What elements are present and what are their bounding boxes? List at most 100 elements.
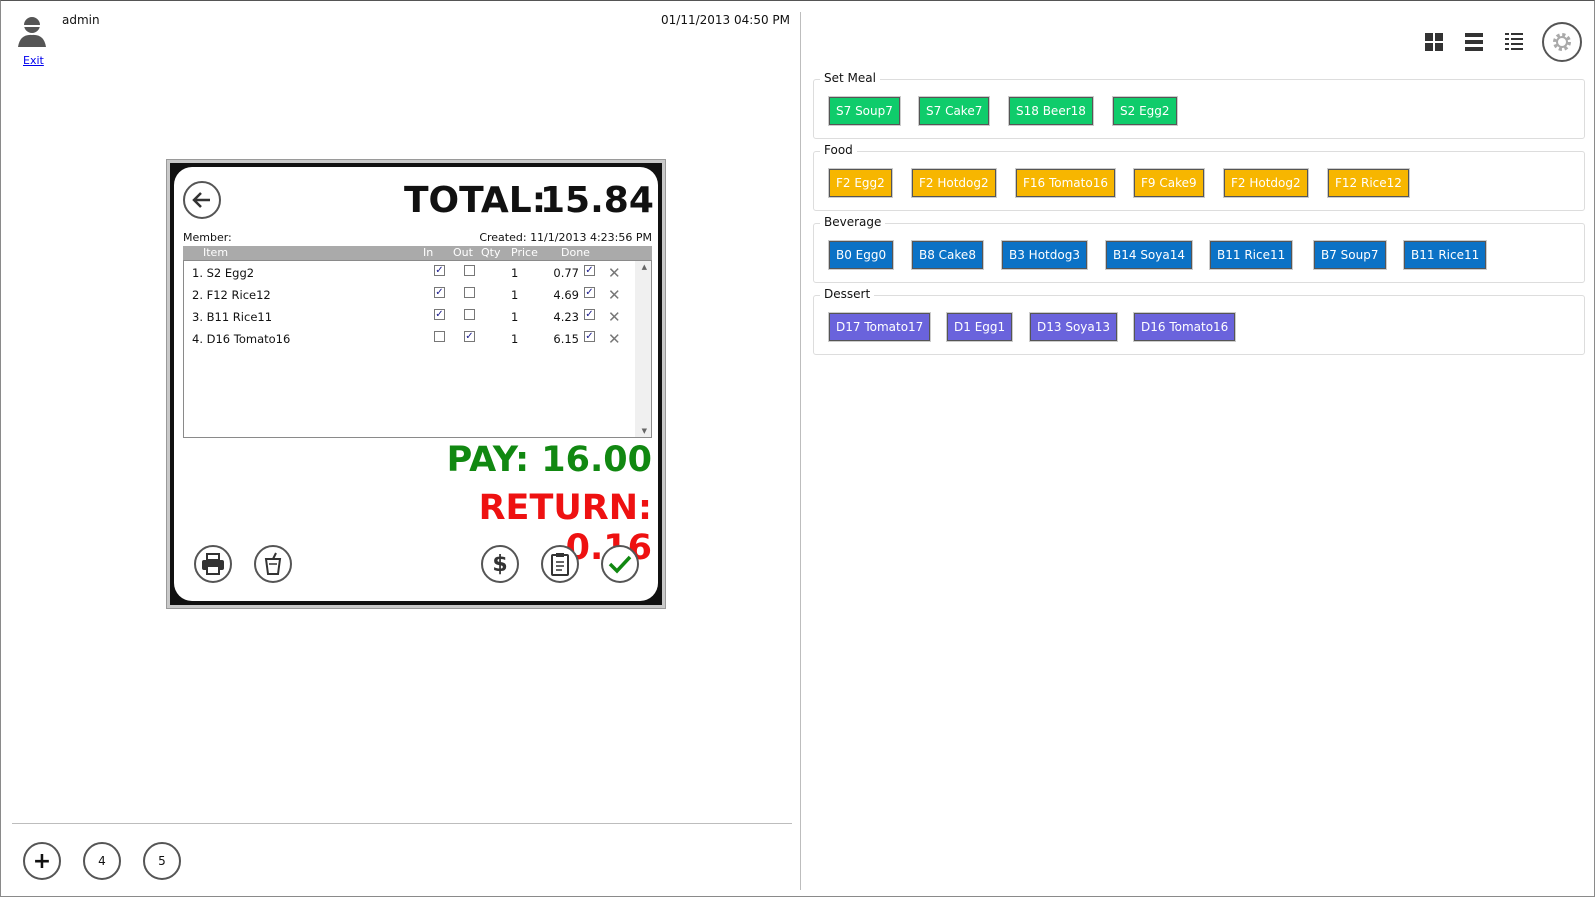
back-button[interactable]: [183, 181, 221, 219]
out-checkbox[interactable]: [464, 265, 475, 276]
order-item-qty: 1: [511, 310, 519, 324]
order-item-price: 4.23: [553, 310, 579, 324]
in-checkbox[interactable]: ✓: [434, 309, 445, 320]
menu-item-button[interactable]: S7 Soup7: [828, 96, 901, 126]
clipboard-icon: [551, 553, 569, 576]
bill-button[interactable]: [541, 545, 579, 583]
exit-link[interactable]: Exit: [23, 54, 44, 67]
menu-item-button[interactable]: D13 Soya13: [1028, 312, 1119, 342]
menu-group-title: Food: [820, 143, 857, 157]
table-label: 5: [158, 854, 166, 868]
cup-icon: [264, 552, 282, 575]
order-item-name: 3. B11 Rice11: [192, 310, 273, 324]
order-row[interactable]: 4. D16 Tomato16 ✓ 1 6.15 ✓ ✕: [184, 327, 634, 349]
menu-item-button[interactable]: F9 Cake9: [1133, 168, 1205, 198]
menu-item-button[interactable]: D1 Egg1: [945, 312, 1014, 342]
order-item-price: 6.15: [553, 332, 579, 346]
menu-group-dessert: Dessert D17 Tomato17 D1 Egg1 D13 Soya13 D16 …: [813, 287, 1585, 355]
delete-icon[interactable]: ✕: [608, 308, 621, 326]
user-icon: [18, 17, 46, 47]
member-label: Member:: [183, 231, 232, 244]
done-checkbox[interactable]: ✓: [584, 309, 595, 320]
print-button[interactable]: [194, 545, 232, 583]
col-price: Price: [511, 246, 538, 259]
table-label: 4: [98, 854, 106, 868]
menu-item-button[interactable]: F2 Egg2: [828, 168, 893, 198]
delete-icon[interactable]: ✕: [608, 330, 621, 348]
confirm-button[interactable]: [601, 545, 639, 583]
scroll-up-icon[interactable]: ▲: [642, 263, 647, 271]
printer-icon: [202, 553, 224, 575]
menu-item-button[interactable]: F2 Hotdog2: [1223, 168, 1309, 198]
col-qty: Qty: [481, 246, 501, 259]
detail-view-icon[interactable]: [1504, 32, 1524, 52]
menu-group-set-meal: Set Meal S7 Soup7 S7 Cake7 S18 Beer18 S2 Egg…: [813, 71, 1585, 139]
menu-item-button[interactable]: S18 Beer18: [1008, 96, 1094, 126]
plus-icon: +: [32, 848, 52, 874]
order-row[interactable]: 1. S2 Egg2 ✓ 1 0.77 ✓ ✕: [184, 261, 634, 283]
scroll-down-icon[interactable]: ▼: [642, 427, 647, 435]
out-checkbox[interactable]: [464, 287, 475, 298]
menu-item-button[interactable]: B3 Hotdog3: [1001, 240, 1088, 270]
delete-icon[interactable]: ✕: [608, 264, 621, 282]
order-item-price: 4.69: [553, 288, 579, 302]
table-button-4[interactable]: 4: [83, 842, 121, 880]
delete-icon[interactable]: ✕: [608, 286, 621, 304]
out-checkbox[interactable]: [464, 309, 475, 320]
menu-group-title: Beverage: [820, 215, 886, 229]
menu-group-beverage: Beverage B0 Egg0 B8 Cake8 B3 Hotdog3 B14 Soy…: [813, 215, 1585, 283]
menu-group-title: Set Meal: [820, 71, 880, 85]
bottom-divider: [12, 823, 792, 824]
menu-item-button[interactable]: S7 Cake7: [917, 96, 991, 126]
order-grid-scrollbar[interactable]: ▲ ▼: [635, 261, 651, 437]
col-done: Done: [561, 246, 590, 259]
checkmark-icon: [608, 555, 632, 574]
list-view-icon[interactable]: [1464, 32, 1484, 52]
total-label: TOTAL:: [404, 180, 547, 221]
username: admin: [62, 13, 100, 27]
col-in: In: [423, 246, 434, 259]
menu-item-button[interactable]: D17 Tomato17: [827, 312, 932, 342]
order-item-qty: 1: [511, 332, 519, 346]
in-checkbox[interactable]: [434, 331, 445, 342]
in-checkbox[interactable]: ✓: [434, 287, 445, 298]
total-value: 15.84: [540, 180, 654, 221]
order-item-name: 4. D16 Tomato16: [192, 332, 291, 346]
done-checkbox[interactable]: ✓: [584, 287, 595, 298]
menu-item-button[interactable]: B14 Soya14: [1105, 240, 1193, 270]
table-button-5[interactable]: 5: [143, 842, 181, 880]
menu-item-button[interactable]: F16 Tomato16: [1015, 168, 1116, 198]
order-item-price: 0.77: [553, 266, 579, 280]
menu-item-button[interactable]: B11 Rice11: [1208, 240, 1294, 270]
in-checkbox[interactable]: ✓: [434, 265, 445, 276]
settings-button[interactable]: [1542, 22, 1582, 62]
datetime: 01/11/2013 04:50 PM: [661, 13, 790, 27]
gear-icon: [1553, 33, 1571, 51]
menu-item-button[interactable]: B0 Egg0: [827, 240, 895, 270]
menu-item-button[interactable]: F12 Rice12: [1327, 168, 1410, 198]
menu-item-button[interactable]: S2 Egg2: [1112, 96, 1178, 126]
order-grid-header: Item In Out Qty Price Done: [183, 246, 652, 260]
grid-view-icon[interactable]: [1424, 32, 1444, 52]
order-item-qty: 1: [511, 288, 519, 302]
order-grid[interactable]: 1. S2 Egg2 ✓ 1 0.77 ✓ ✕ 2. F12 Rice12 ✓ 1 4.69 ✓ ✕ 3…: [183, 260, 652, 438]
cash-button[interactable]: $: [481, 545, 519, 583]
menu-item-button[interactable]: F2 Hotdog2: [911, 168, 997, 198]
created-time: Created: 11/1/2013 4:23:56 PM: [479, 231, 652, 244]
order-row[interactable]: 2. F12 Rice12 ✓ 1 4.69 ✓ ✕: [184, 283, 634, 305]
menu-item-button[interactable]: B7 Soup7: [1313, 240, 1387, 270]
done-checkbox[interactable]: ✓: [584, 265, 595, 276]
done-checkbox[interactable]: ✓: [584, 331, 595, 342]
drink-button[interactable]: [254, 545, 292, 583]
add-table-button[interactable]: +: [23, 842, 61, 880]
out-checkbox[interactable]: ✓: [464, 331, 475, 342]
order-row[interactable]: 3. B11 Rice11 ✓ 1 4.23 ✓ ✕: [184, 305, 634, 327]
menu-item-button[interactable]: B11 Rice11: [1402, 240, 1488, 270]
col-out: Out: [453, 246, 473, 259]
menu-item-button[interactable]: B8 Cake8: [911, 240, 984, 270]
menu-group-food: Food F2 Egg2 F2 Hotdog2 F16 Tomato16 F9 Cake…: [813, 143, 1585, 211]
order-item-name: 1. S2 Egg2: [192, 266, 255, 280]
menu-item-button[interactable]: D16 Tomato16: [1132, 312, 1237, 342]
dollar-icon: $: [492, 551, 508, 577]
order-item-qty: 1: [511, 266, 519, 280]
